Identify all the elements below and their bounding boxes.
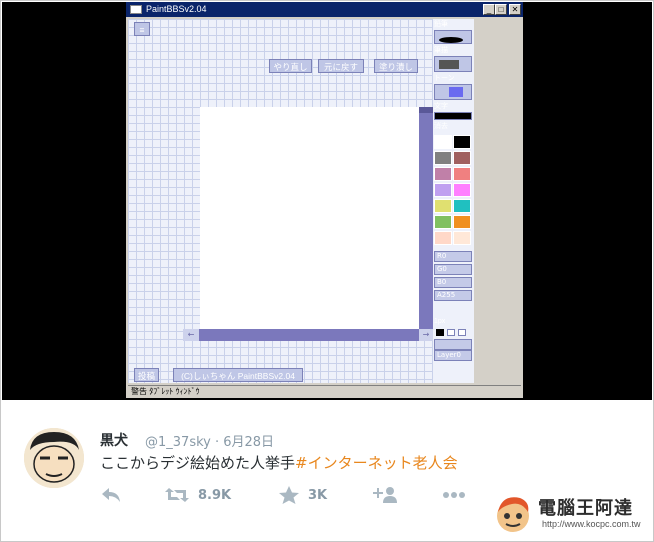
slider-b[interactable]: B0 <box>434 277 472 288</box>
tool-palette: 鉛筆 筆描 トーン 文字 消去 R0 G0 B0 A255 1px Layer0 <box>433 19 474 383</box>
color-swatch[interactable] <box>453 167 471 181</box>
more-button[interactable] <box>442 484 466 506</box>
pen-size-label: 1px <box>434 318 446 325</box>
color-swatch[interactable] <box>453 231 471 245</box>
scroll-thumb[interactable] <box>419 107 433 113</box>
retweet-button[interactable]: 8.9K <box>164 484 231 506</box>
size-white-2[interactable] <box>458 329 466 336</box>
tone-label: トーン <box>434 75 455 82</box>
brush-label: 筆描 <box>434 47 448 54</box>
close-button[interactable]: ✕ <box>509 4 521 15</box>
eraser-label: 消去 <box>434 123 448 130</box>
color-swatch[interactable] <box>453 183 471 197</box>
watermark-mascot-icon <box>497 497 529 532</box>
scroll-left-arrow[interactable]: ← <box>183 329 199 341</box>
watermark: 電腦王阿達 http://www.kocpc.com.tw <box>492 492 644 536</box>
canvas-area: ≡ やり直し 元に戻す 塗り潰し ← → 投稿 (C)しぃちゃん PaintBB… <box>128 19 433 383</box>
like-button[interactable]: 3K <box>278 484 327 506</box>
horizontal-scrollbar[interactable] <box>199 329 419 341</box>
color-swatch[interactable] <box>453 151 471 165</box>
tone-tool[interactable] <box>434 84 472 100</box>
menu-button[interactable]: ≡ <box>134 22 150 36</box>
size-white[interactable] <box>447 329 455 336</box>
maximize-button[interactable]: □ <box>495 4 507 15</box>
color-swatch[interactable] <box>453 135 471 149</box>
color-swatch[interactable] <box>434 167 452 181</box>
follow-button[interactable] <box>372 484 398 506</box>
pen-label: 鉛筆 <box>434 21 448 28</box>
tweet-author-name[interactable]: 黒犬 <box>100 430 128 450</box>
undo-button[interactable]: 元に戻す <box>318 59 364 73</box>
fill-button[interactable]: 塗り潰し <box>374 59 418 73</box>
hashtag-link[interactable]: #インターネット老人会 <box>295 454 458 472</box>
window-title: PaintBBSv2.04 <box>146 4 207 14</box>
text-label: 文字 <box>434 103 448 110</box>
slider-g[interactable]: G0 <box>434 264 472 275</box>
tweet-body: ここからデジ絵始めた人挙手 <box>100 454 296 472</box>
text-tool[interactable] <box>434 112 472 120</box>
color-swatch[interactable] <box>434 199 452 213</box>
follow-user-icon <box>373 487 397 503</box>
slider-a[interactable]: A255 <box>434 290 472 301</box>
color-swatch[interactable] <box>434 231 452 245</box>
reply-button[interactable] <box>100 484 122 506</box>
watermark-url: http://www.kocpc.com.tw <box>542 519 641 529</box>
status-bar: 警告 ﾀﾌﾞﾚｯﾄ ｳｨﾝﾄﾞｳ <box>128 385 521 396</box>
scroll-right-arrow[interactable]: → <box>419 329 433 341</box>
like-count: 3K <box>308 487 328 503</box>
avatar[interactable] <box>24 428 84 488</box>
color-swatch[interactable] <box>434 135 452 149</box>
minimize-button[interactable]: _ <box>483 4 495 15</box>
watermark-brand: 電腦王阿達 <box>538 498 633 519</box>
app-icon <box>130 5 142 14</box>
tweet-card: 黒犬 @1_37sky · 6月28日 ここからデジ絵始めた人挙手#インターネッ… <box>0 400 654 542</box>
drawing-canvas[interactable] <box>200 107 419 329</box>
tweet-text: ここからデジ絵始めた人挙手#インターネット老人会 <box>100 452 458 473</box>
vertical-scrollbar[interactable] <box>419 107 433 329</box>
tone-preview-icon <box>449 87 463 97</box>
more-dots-icon <box>443 492 465 498</box>
paintbbs-window: PaintBBSv2.04 _ □ ✕ ≡ やり直し 元に戻す 塗り潰し ← →… <box>126 2 523 398</box>
redo-button[interactable]: やり直し <box>269 59 312 73</box>
size-black[interactable] <box>436 329 444 336</box>
color-swatch[interactable] <box>434 215 452 229</box>
tweet-handle[interactable]: @1_37sky · 6月28日 <box>145 431 274 450</box>
color-swatch[interactable] <box>434 151 452 165</box>
post-button[interactable]: 投稿 <box>134 368 159 382</box>
title-bar: PaintBBSv2.04 _ □ ✕ <box>126 2 523 17</box>
color-swatch[interactable] <box>453 199 471 213</box>
slider-r[interactable]: R0 <box>434 251 472 262</box>
retweet-count: 8.9K <box>198 487 232 503</box>
color-swatch[interactable] <box>434 183 452 197</box>
brush-tool[interactable] <box>434 56 472 72</box>
credit-button[interactable]: (C)しぃちゃん PaintBBSv2.04 <box>173 368 303 382</box>
layer-selector[interactable]: Layer0 <box>434 350 472 361</box>
brush-preview-icon <box>439 60 459 69</box>
star-icon <box>279 486 299 504</box>
pen-tool[interactable] <box>434 30 472 44</box>
retweet-icon <box>165 488 189 502</box>
color-swatch[interactable] <box>453 215 471 229</box>
reply-icon <box>102 488 120 502</box>
slider-extra[interactable] <box>434 339 472 350</box>
